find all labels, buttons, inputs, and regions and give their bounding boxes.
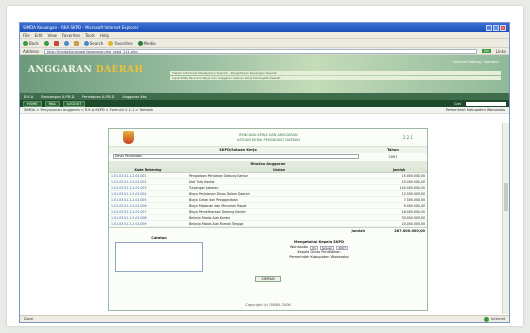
breadcrumb-path[interactable]: SIMDA > Penyusunan Anggaran > R.K.A.SKPD… [24,108,153,112]
notes-section: Catatan [115,236,203,272]
menu-tools[interactable]: Tools [85,33,95,38]
form-title: RENCANA KERJA DAN ANGGARAN SATUAN KERJA … [134,133,403,143]
form-header: RENCANA KERJA DAN ANGGARAN SATUAN KERJA … [109,129,427,147]
back-arrow-icon [23,40,28,46]
row-amount: 20.000.000,00 [371,220,427,227]
day-select[interactable]: 01 [310,245,318,250]
home-icon [73,40,79,46]
breadcrumb: SIMDA > Penyusunan Anggaran > R.K.A.SKPD… [20,107,509,114]
year-select[interactable]: 2007 [336,245,348,250]
star-icon [108,40,114,46]
menu-view[interactable]: View [47,33,57,38]
title-bar: SIMDA Keuangan - RKA SKPD - Microsoft In… [20,23,509,32]
menu-favorites[interactable]: Favorites [62,33,80,38]
total-value: 287.000.000,00 [394,228,425,233]
module-anggaran-kas[interactable]: Anggaran Kas [122,95,146,99]
marquee-text: Sistem Informasi Manajemen Daerah - Peng… [170,71,501,75]
row-code[interactable]: 1.01.03.01.1.2.01.009 [109,220,187,227]
status-bar: Done Internet [20,315,509,322]
module-rancangan-apbd[interactable]: Rancangan A.P.B.D [41,95,74,99]
table-row[interactable]: 1.01.03.01.1.2.01.009 Belanja Modal Alat … [109,220,427,227]
menu-file[interactable]: File [23,33,30,38]
links-label[interactable]: Links [496,49,506,54]
go-button[interactable]: Go [481,49,491,53]
form-code: 2.2.1 [402,135,413,140]
back-button[interactable]: Back [23,40,39,46]
site-logo: ANGGARAN DAERAH [28,65,144,75]
row-desc: Belanja Modal Alat Rumah Tangga [187,220,371,227]
total-label: Jumlah [351,228,366,233]
logo-text-b: DAERAH [92,65,144,75]
search-icon [83,40,89,46]
marquee-text-2: Input Data Rencana Kerja dan Anggaran Sa… [170,76,501,80]
address-input[interactable]: http://simda/keuangan/anggaran/rka_skpd_… [43,48,477,54]
zone-indicator: Internet [484,316,505,322]
menu-edit[interactable]: Edit [35,33,43,38]
forward-button[interactable] [43,40,49,46]
site-banner: ANGGARAN DAERAH Selamat Datang, Operator… [20,55,509,93]
browser-window: SIMDA Keuangan - RKA SKPD - Microsoft In… [19,22,510,323]
scrollbar-thumb[interactable] [504,183,508,211]
module-rka[interactable]: R.K.A [24,95,33,99]
search-label: Cari [454,101,461,106]
toolbar: Back Search Favorites Media [20,39,509,48]
vertical-scrollbar[interactable] [502,123,509,314]
maximize-icon[interactable]: □ [493,24,499,31]
skpd-select[interactable]: Dinas Pendidikan [113,154,359,159]
zone-label: Internet [491,317,505,321]
nav-bar: HOME RKA LOGOUT Cari [20,100,509,107]
module-bar: R.K.A Rancangan A.P.B.D Penetapan A.P.B.… [20,93,509,100]
back-label: Back [29,40,39,46]
budget-table: Kode Rekening Uraian Jumlah 1.01.03.01.1… [109,167,427,227]
rka-form: RENCANA KERJA DAN ANGGARAN SATUAN KERJA … [108,128,428,311]
media-icon [137,40,143,46]
globe-icon [484,316,490,322]
notes-textarea[interactable] [115,242,203,272]
favorites-button[interactable]: Favorites [108,40,133,46]
skpd-label: SKPD/Satuan Kerja [219,148,257,152]
menu-bar: File Edit View Favorites Tools Help [20,32,509,39]
year-label: Tahun [387,148,399,152]
copyright: Copyright (c) SIMDA 2006 [245,303,291,307]
status-text: Done [24,317,34,321]
address-bar: Address http://simda/keuangan/anggaran/r… [20,48,509,55]
address-label: Address [23,48,39,54]
search-button[interactable]: Search [83,40,104,46]
nav-home-button[interactable]: HOME [23,100,42,107]
total-row: Jumlah 287.000.000,00 [109,227,427,233]
refresh-button[interactable] [63,40,69,46]
refresh-icon [63,40,69,46]
logo-text-a: ANGGARAN [28,65,93,75]
year-value: 2007 [388,154,398,159]
sign-region: Pemerintah Kabupaten Wonosobo [289,255,349,259]
home-button[interactable] [73,40,79,46]
stop-button[interactable] [53,40,59,46]
menu-help[interactable]: Help [100,33,109,38]
close-icon[interactable]: × [500,24,506,31]
save-button[interactable]: SIMPAN [255,276,281,282]
search-label: Search [89,40,104,46]
welcome-text: Selamat Datang, Operator [452,60,499,64]
media-label: Media [143,40,156,46]
notes-label: Catatan [151,236,167,240]
form-title-line2: SATUAN KERJA PERANGKAT DAERAH [236,137,300,142]
nav-logout-button[interactable]: LOGOUT [62,100,86,107]
stop-icon [53,40,59,46]
favorites-label: Favorites [114,40,133,46]
region-label: Pemerintah Kabupaten Wonosobo [445,108,505,112]
window-title: SIMDA Keuangan - RKA SKPD - Microsoft In… [23,25,139,30]
forward-arrow-icon [43,40,49,46]
media-button[interactable]: Media [137,40,156,46]
form-bottom: Catatan Mengetahui Kepala SKPD Wonosobo … [109,233,427,275]
module-penetapan-apbd[interactable]: Penetapan A.P.B.D [82,95,114,99]
nav-rka-button[interactable]: RKA [44,100,60,107]
field-inputs: Dinas Pendidikan 2007 [109,153,427,160]
minimize-icon[interactable]: _ [486,24,492,31]
signature-block: Mengetahui Kepala SKPD Wonosobo 01 Janua… [217,236,421,272]
site-search-input[interactable] [466,101,506,106]
page-content: RENCANA KERJA DAN ANGGARAN SATUAN KERJA … [20,123,504,314]
regency-emblem-icon [123,131,134,144]
month-select[interactable]: Januari [319,245,335,250]
